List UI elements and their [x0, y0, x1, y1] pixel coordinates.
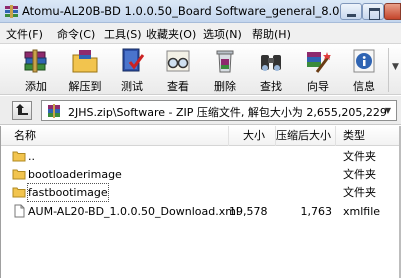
- delete-label: 删除: [214, 80, 236, 93]
- find-button[interactable]: 查找: [249, 46, 293, 94]
- file-name: fastbootimage: [27, 183, 109, 202]
- view-label: 查看: [167, 80, 189, 93]
- extract-to-button[interactable]: 解压到: [63, 46, 107, 94]
- view-glasses-icon: [166, 50, 190, 72]
- column-type[interactable]: 类型: [336, 126, 401, 146]
- add-label: 添加: [25, 80, 47, 93]
- delete-button[interactable]: 删除: [203, 46, 247, 94]
- table-row[interactable]: AUM-AL20-BD_1.0.0.50_Download.xml 19,578…: [1, 203, 401, 220]
- table-row[interactable]: .. 文件夹: [1, 148, 401, 165]
- menu-favorites[interactable]: 收藏夹(O): [146, 26, 196, 42]
- toolbar-overflow-icon[interactable]: ▼: [392, 62, 399, 72]
- folder-icon: [12, 169, 26, 180]
- column-packed[interactable]: 压缩后大小: [276, 126, 336, 146]
- wizard-button[interactable]: 向导: [296, 46, 340, 94]
- path-dropdown-icon[interactable]: ▼: [382, 106, 394, 116]
- file-size: 19,578: [229, 205, 268, 218]
- winrar-icon: [5, 5, 18, 18]
- zip-archive-icon: [48, 104, 60, 118]
- test-button[interactable]: 测试: [110, 46, 154, 94]
- address-bar: 2JHS.zip\Software - ZIP 压缩文件, 解包大小为 2,65…: [0, 96, 401, 125]
- file-type: 文件夹: [343, 150, 376, 163]
- column-header: 名称 大小 压缩后大小 类型: [1, 126, 401, 146]
- window-title: Atomu-AL20B-BD 1.0.0.50_Board Software_g…: [22, 4, 340, 18]
- file-name: AUM-AL20-BD_1.0.0.50_Download.xml: [28, 205, 239, 218]
- delete-icon: [216, 50, 234, 73]
- folder-icon: [12, 187, 26, 198]
- test-book-icon: [122, 48, 145, 72]
- table-row[interactable]: fastbootimage 文件夹: [1, 183, 401, 202]
- file-icon: [14, 204, 25, 218]
- minimize-button[interactable]: [340, 3, 362, 20]
- info-label: 信息: [353, 80, 375, 93]
- close-button[interactable]: [384, 3, 401, 20]
- toolbar: 添加 解压到 测试 查看 删除 查找 向导 信息 ▼: [0, 44, 401, 95]
- add-books-icon: [24, 49, 47, 73]
- up-one-level-button[interactable]: [12, 101, 32, 120]
- binoculars-icon: [261, 55, 281, 71]
- find-label: 查找: [260, 80, 282, 93]
- table-row[interactable]: bootloaderimage 文件夹: [1, 166, 401, 183]
- menu-bar: 文件(F) 命令(C) 工具(S) 收藏夹(O) 选项(N) 帮助(H): [0, 23, 401, 44]
- file-type: 文件夹: [343, 186, 376, 199]
- wizard-icon: [307, 52, 331, 73]
- menu-help[interactable]: 帮助(H): [252, 26, 291, 42]
- column-size[interactable]: 大小: [229, 126, 276, 146]
- folder-icon: [12, 151, 26, 162]
- view-button[interactable]: 查看: [156, 46, 200, 94]
- add-button[interactable]: 添加: [14, 46, 58, 94]
- wizard-label: 向导: [307, 80, 329, 93]
- path-text: 2JHS.zip\Software - ZIP 压缩文件, 解包大小为 2,65…: [68, 106, 388, 119]
- file-type: xmlfile: [343, 205, 381, 218]
- title-bar: Atomu-AL20B-BD 1.0.0.50_Board Software_g…: [0, 0, 401, 23]
- maximize-button[interactable]: [362, 3, 384, 20]
- file-packed: 1,763: [300, 205, 333, 218]
- up-arrow-icon: [16, 104, 28, 115]
- info-button[interactable]: 信息: [342, 46, 386, 94]
- toolbar-separator: [388, 48, 389, 92]
- file-name: ..: [28, 150, 35, 163]
- file-name: bootloaderimage: [28, 168, 122, 181]
- test-label: 测试: [121, 80, 143, 93]
- file-list: 名称 大小 压缩后大小 类型 .. 文件夹 bootloaderimage 文件…: [0, 126, 401, 278]
- menu-file[interactable]: 文件(F): [6, 26, 43, 42]
- info-icon: [353, 49, 375, 73]
- file-type: 文件夹: [343, 168, 376, 181]
- menu-commands[interactable]: 命令(C): [57, 26, 95, 42]
- extract-to-label: 解压到: [68, 80, 102, 93]
- path-field[interactable]: 2JHS.zip\Software - ZIP 压缩文件, 解包大小为 2,65…: [41, 100, 397, 121]
- menu-tools[interactable]: 工具(S): [104, 26, 142, 42]
- extract-folder-icon: [72, 50, 98, 73]
- column-name[interactable]: 名称: [1, 126, 229, 146]
- menu-options[interactable]: 选项(N): [203, 26, 242, 42]
